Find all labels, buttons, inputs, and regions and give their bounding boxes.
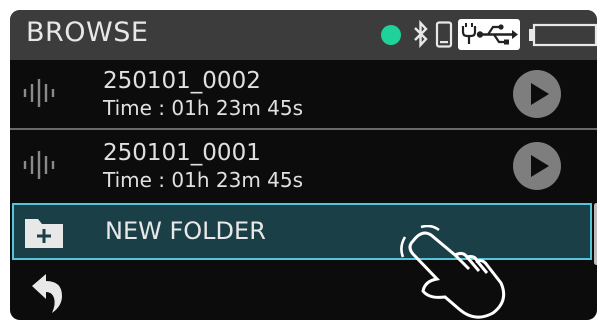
- status-indicator-icon: [381, 25, 401, 45]
- file-name: 250101_0001: [103, 140, 261, 166]
- touch-hand-icon: [400, 225, 506, 319]
- folder-label: NEW FOLDER: [105, 217, 266, 245]
- usb-icon: [458, 19, 520, 50]
- audio-waveform-icon: [23, 79, 55, 107]
- divider: [10, 128, 597, 130]
- header-bar: BROWSE: [10, 10, 597, 60]
- play-button[interactable]: [513, 70, 561, 118]
- file-duration: Time : 01h 23m 45s: [103, 168, 304, 192]
- file-list-item[interactable]: 250101_0001 Time : 01h 23m 45s: [10, 134, 597, 196]
- audio-waveform-icon: [23, 151, 55, 179]
- file-name: 250101_0002: [103, 68, 261, 94]
- file-duration: Time : 01h 23m 45s: [103, 96, 304, 120]
- battery-icon: [529, 23, 597, 47]
- phone-icon: [435, 21, 453, 48]
- folder-add-icon: [25, 219, 63, 248]
- back-arrow-icon[interactable]: [26, 272, 66, 314]
- scrollbar[interactable]: [594, 203, 597, 265]
- page-title: BROWSE: [26, 17, 149, 48]
- bluetooth-icon: [414, 20, 428, 48]
- file-list-item[interactable]: 250101_0002 Time : 01h 23m 45s: [10, 62, 597, 124]
- play-button[interactable]: [513, 142, 561, 190]
- device-screen: BROWSE 250101_0002 Time: 01h 23m 45s 25…: [10, 10, 597, 320]
